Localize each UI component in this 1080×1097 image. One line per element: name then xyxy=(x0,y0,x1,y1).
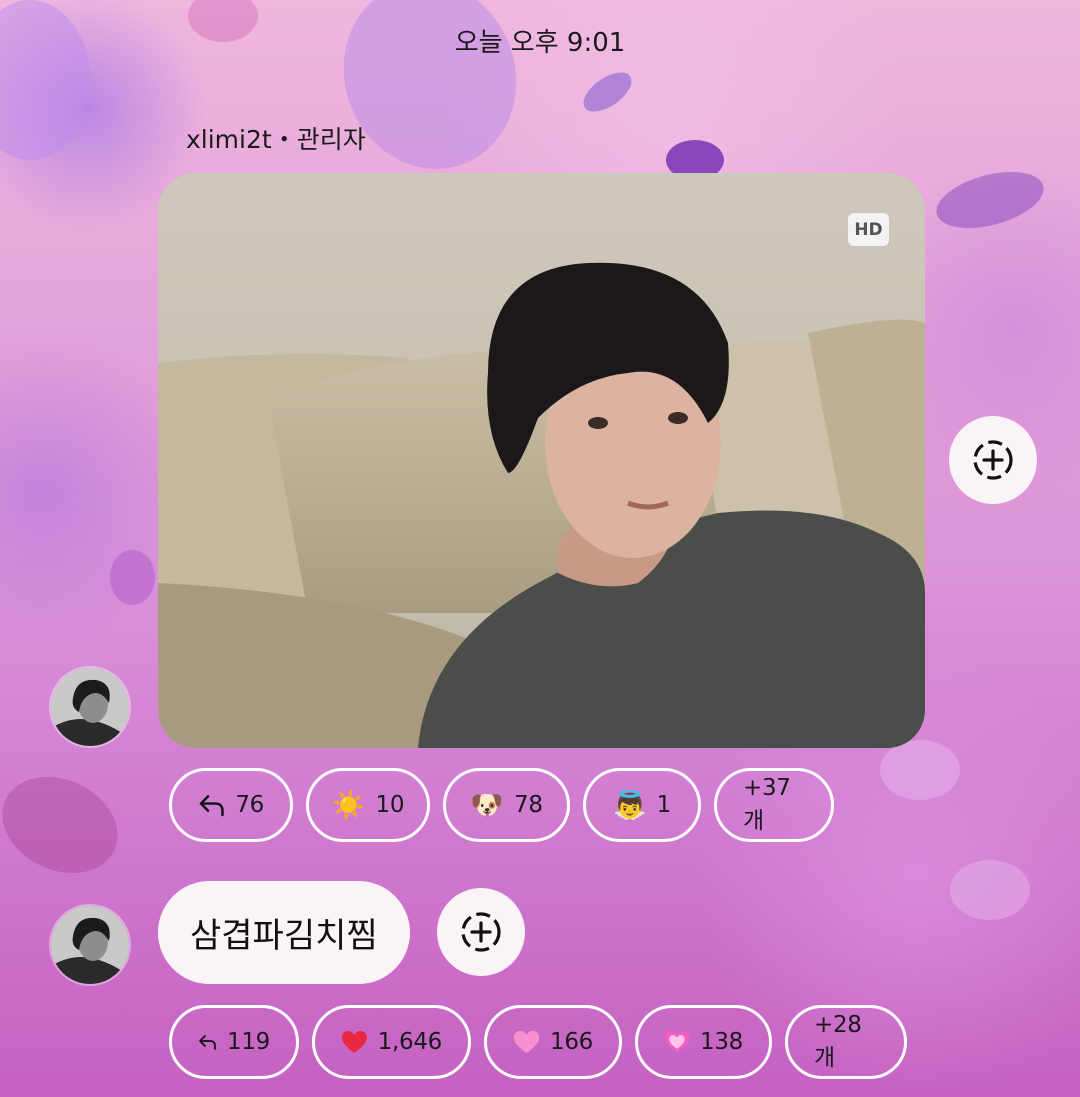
reaction-chip[interactable]: ☀️ 10 xyxy=(306,768,430,842)
more-reactions-label: +37개 xyxy=(743,775,791,834)
reaction-count: 166 xyxy=(550,1029,593,1055)
reaction-chip[interactable]: 🐶 78 xyxy=(443,768,570,842)
reaction-count: 10 xyxy=(375,792,405,818)
reaction-count: 1,646 xyxy=(377,1029,443,1055)
background-blob xyxy=(576,64,639,120)
more-reactions-chip[interactable]: +28개 xyxy=(785,1005,907,1079)
reply-count: 76 xyxy=(235,792,264,818)
reply-icon xyxy=(199,795,224,817)
add-reaction-icon xyxy=(973,440,1013,480)
more-reactions-chip[interactable]: +37개 xyxy=(714,768,834,842)
background-blob xyxy=(950,860,1030,920)
background-blob xyxy=(880,740,960,800)
selfie-photo xyxy=(158,173,925,748)
message-timestamp: 오늘 오후 9:01 xyxy=(454,28,626,58)
background-blob xyxy=(110,550,155,605)
background-blob xyxy=(930,161,1050,239)
reaction-count: 78 xyxy=(513,792,543,818)
reply-icon xyxy=(199,1035,216,1050)
sender-avatar[interactable] xyxy=(51,906,129,984)
pink-heart-icon xyxy=(513,1030,540,1054)
reaction-chip[interactable]: 166 xyxy=(484,1005,622,1079)
sender-avatar[interactable] xyxy=(51,668,129,746)
photo-message[interactable] xyxy=(158,173,925,748)
dog-face-emoji-icon: 🐶 xyxy=(470,789,504,821)
reaction-chip[interactable]: 👼 1 xyxy=(583,768,701,842)
reaction-chip[interactable]: 138 xyxy=(635,1005,772,1079)
reaction-count: 138 xyxy=(700,1029,743,1055)
red-heart-icon xyxy=(341,1031,367,1053)
reply-chip[interactable]: 76 xyxy=(169,768,293,842)
reaction-chip[interactable]: 1,646 xyxy=(312,1005,471,1079)
add-reaction-button[interactable] xyxy=(949,416,1037,504)
sender-name[interactable]: xlimi2t・관리자 xyxy=(186,120,366,156)
reply-count: 119 xyxy=(227,1029,270,1055)
more-reactions-label: +28개 xyxy=(814,1012,862,1071)
reply-chip[interactable]: 119 xyxy=(169,1005,299,1079)
reaction-row: 76 ☀️ 10 🐶 78 👼 1 +37개 xyxy=(169,768,834,842)
background-blob xyxy=(0,758,134,892)
hd-badge: HD xyxy=(848,213,889,246)
text-message-bubble[interactable]: 삼겹파김치찜 xyxy=(158,881,410,984)
sparkling-heart-icon xyxy=(664,1031,690,1053)
add-reaction-icon xyxy=(461,912,501,952)
sun-emoji-icon: ☀️ xyxy=(331,789,366,821)
reaction-count: 1 xyxy=(656,792,672,818)
add-reaction-button[interactable] xyxy=(437,888,525,976)
reaction-row: 119 1,646 166 138 +28개 xyxy=(169,1005,907,1079)
angel-emoji-icon: 👼 xyxy=(613,789,647,821)
